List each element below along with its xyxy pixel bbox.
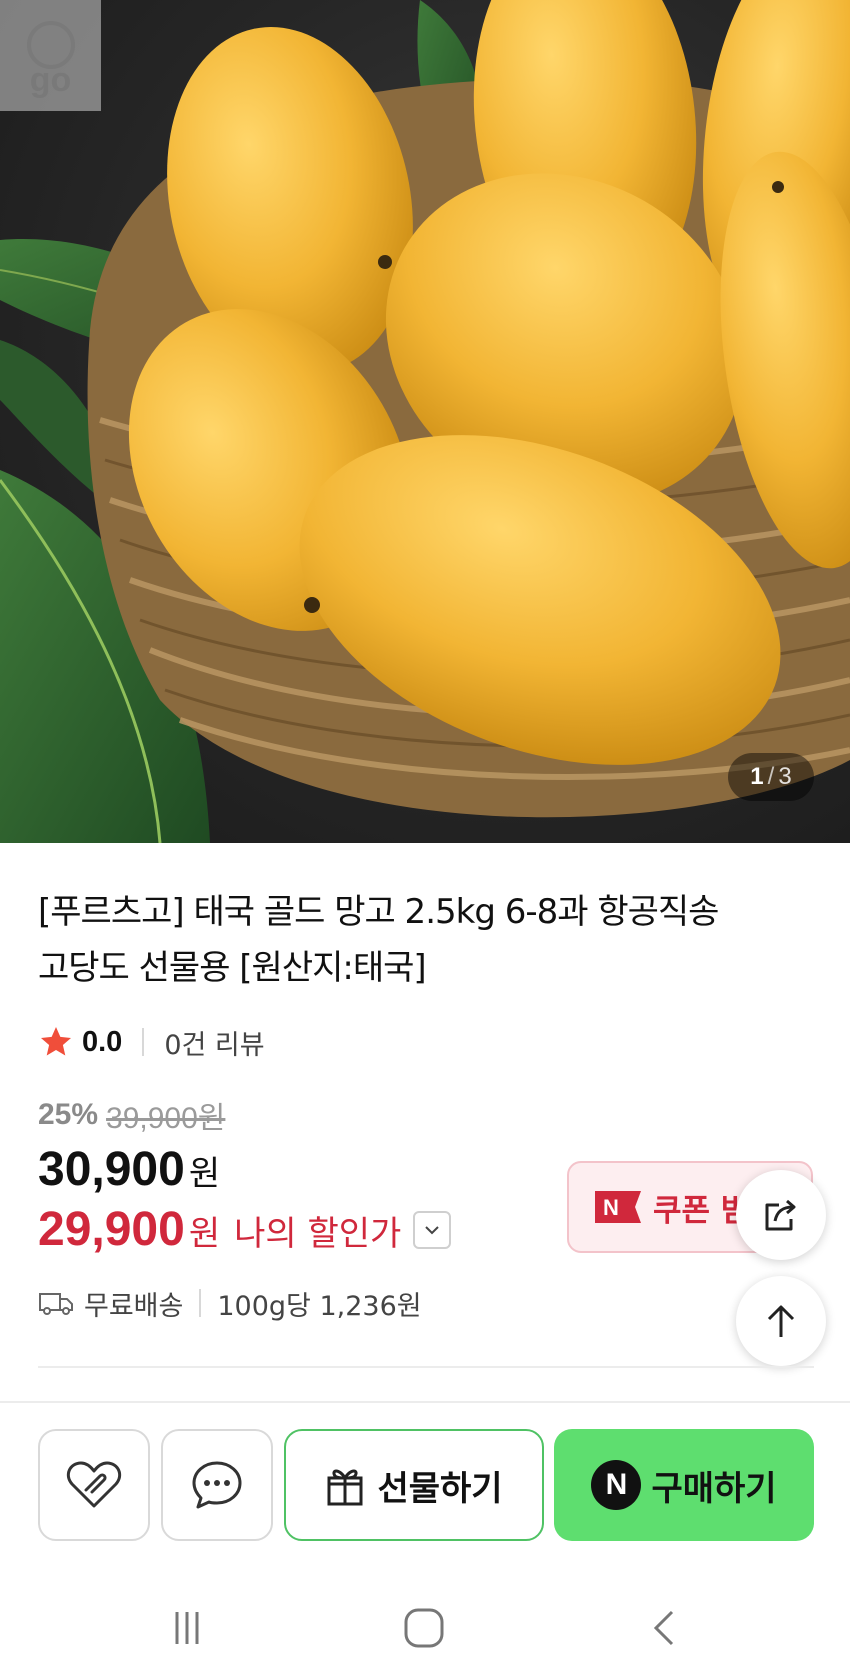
- gift-icon: [327, 1469, 363, 1506]
- sale-price: 30,900 원: [38, 1142, 220, 1197]
- chat-button[interactable]: [161, 1429, 273, 1541]
- original-price: 39,900원: [106, 1102, 226, 1135]
- product-title: [푸르츠고] 태국 골드 망고 2.5kg 6-8과 항공직송 고당도 선물용 …: [38, 884, 818, 996]
- original-price-row: 25% 39,900원: [38, 1093, 225, 1137]
- recent-apps-button[interactable]: [157, 1598, 217, 1658]
- delivery-info: 무료배송 100g당 1,236원: [38, 1283, 422, 1323]
- buy-label: 구매하기: [651, 1468, 777, 1509]
- home-button[interactable]: [394, 1598, 454, 1658]
- delivery-fee: 무료배송: [84, 1290, 184, 1322]
- sale-price-value: 30,900: [38, 1143, 185, 1196]
- rating-row[interactable]: 0.0 0건 리뷰: [38, 1020, 265, 1064]
- gift-button[interactable]: 선물하기: [284, 1429, 544, 1541]
- chat-bubble-icon: [192, 1461, 242, 1509]
- product-title-line2: 고당도 선물용 [원산지:태국]: [38, 948, 427, 988]
- my-price-unit: 원: [188, 1214, 221, 1254]
- pager-separator: /: [767, 763, 775, 790]
- arrow-up-icon: [767, 1305, 795, 1337]
- share-icon: [765, 1199, 796, 1231]
- mango-photo: [0, 0, 850, 843]
- gift-label: 선물하기: [377, 1468, 503, 1509]
- back-button[interactable]: [634, 1598, 694, 1658]
- unit-price: 100g당 1,236원: [217, 1290, 422, 1322]
- chevron-down-icon: [425, 1225, 440, 1234]
- my-price-value: 29,900: [38, 1203, 185, 1256]
- review-count-link[interactable]: 0건 리뷰: [164, 1023, 264, 1062]
- home-icon: [404, 1608, 444, 1648]
- back-chevron-icon: [653, 1610, 674, 1646]
- product-title-line1: [푸르츠고] 태국 골드 망고 2.5kg 6-8과 항공직송: [38, 892, 719, 932]
- divider: [142, 1028, 145, 1056]
- system-nav-bar: [0, 1580, 850, 1679]
- image-pager: 1 / 3: [728, 753, 814, 801]
- share-button[interactable]: [736, 1170, 826, 1260]
- store-logo: go: [0, 0, 101, 111]
- star-icon: [41, 1027, 71, 1056]
- rating-score: 0.0: [82, 1025, 123, 1058]
- product-image[interactable]: go 1 / 3: [0, 0, 850, 843]
- my-price-label: 나의 할인가: [234, 1214, 402, 1254]
- wishlist-button[interactable]: [38, 1429, 150, 1541]
- pager-total: 3: [778, 763, 792, 790]
- truck-icon: [39, 1293, 73, 1315]
- svg-text:N: N: [603, 1195, 619, 1220]
- scroll-top-button[interactable]: [736, 1276, 826, 1366]
- my-discount-price: 29,900 원 나의 할인가: [38, 1202, 452, 1257]
- divider: [199, 1289, 202, 1317]
- sale-price-unit: 원: [188, 1154, 221, 1194]
- my-price-expand-button[interactable]: [413, 1210, 452, 1249]
- bottom-bar-divider: [0, 1401, 850, 1403]
- discount-percent: 25%: [38, 1098, 99, 1131]
- heart-icon: [66, 1461, 122, 1508]
- recent-apps-icon: [175, 1612, 199, 1644]
- naver-pay-icon: N: [595, 1191, 641, 1223]
- naver-n-icon: N: [591, 1460, 642, 1510]
- logo-text: go: [29, 60, 72, 99]
- pager-current: 1: [750, 763, 764, 790]
- section-divider: [38, 1366, 814, 1368]
- buy-button[interactable]: N 구매하기: [554, 1429, 814, 1541]
